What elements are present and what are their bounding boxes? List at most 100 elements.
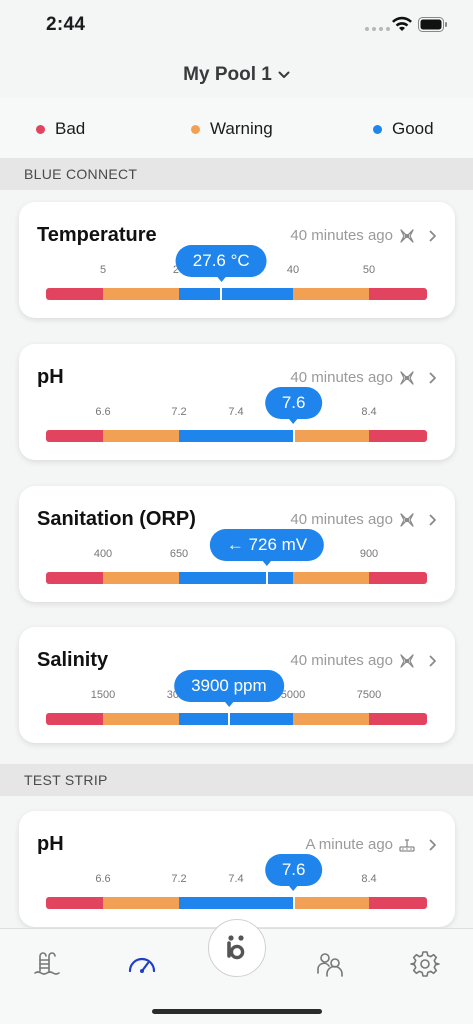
measurement-card[interactable]: Salinity40 minutes ago150030004000500075… bbox=[19, 627, 455, 743]
gauge-segment-good bbox=[179, 288, 293, 300]
legend-good-label: Good bbox=[392, 119, 434, 138]
value-bubble: 7.6 bbox=[264, 854, 323, 891]
wifi-icon bbox=[392, 16, 412, 31]
gauge-icon[interactable] bbox=[127, 949, 157, 979]
chevron-right-icon bbox=[429, 655, 436, 667]
measurement-card[interactable]: Sanitation (ORP)40 minutes ago4006507007… bbox=[19, 486, 455, 602]
center-action-button[interactable] bbox=[208, 919, 266, 977]
legend-bad: Bad bbox=[36, 119, 85, 139]
gauge-segment-good bbox=[179, 897, 293, 909]
status-time: 2:44 bbox=[46, 14, 86, 35]
card-title: pH bbox=[37, 833, 64, 855]
measurement-card[interactable]: pH40 minutes ago6.67.27.47.68.47.6 bbox=[19, 344, 455, 460]
gear-icon[interactable] bbox=[410, 949, 440, 979]
gauge-segment-bad bbox=[369, 430, 427, 442]
gauge-segment-warning bbox=[293, 572, 369, 584]
range-gauge bbox=[46, 897, 427, 909]
gauge-segment-warning bbox=[103, 897, 179, 909]
gauge-segment-warning bbox=[103, 713, 179, 725]
section-header-test-strip: TEST STRIP bbox=[0, 764, 473, 796]
value-bubble: 7.6 bbox=[264, 387, 323, 424]
battery-icon bbox=[418, 17, 447, 32]
blue-connect-icon bbox=[400, 654, 414, 668]
gauge-segment-bad bbox=[46, 897, 103, 909]
gauge-segment-bad bbox=[369, 713, 427, 725]
gauge-segment-bad bbox=[369, 288, 427, 300]
gauge-tick-label: 5000 bbox=[280, 689, 306, 701]
gauge-segment-good bbox=[179, 572, 293, 584]
card-timestamp: A minute ago bbox=[305, 836, 393, 853]
pool-name: My Pool 1 bbox=[183, 64, 272, 85]
home-indicator bbox=[152, 1009, 322, 1014]
measurement-card[interactable]: Temperature40 minutes ago52030405027.6 °… bbox=[19, 202, 455, 318]
blue-connect-icon bbox=[400, 229, 414, 243]
chevron-right-icon bbox=[429, 514, 436, 526]
gauge-tick-label: 6.6 bbox=[95, 406, 111, 418]
gauge-tick-label: 50 bbox=[362, 264, 376, 276]
legend-warning: Warning bbox=[191, 119, 273, 139]
gauge-marker bbox=[220, 288, 223, 300]
gauge-tick-label: 7.4 bbox=[228, 406, 244, 418]
range-gauge bbox=[46, 713, 427, 725]
gauge-tick-label: 7.2 bbox=[171, 406, 187, 418]
measurement-card[interactable]: pHA minute ago6.67.27.47.68.47.6 bbox=[19, 811, 455, 927]
card-title: Salinity bbox=[37, 649, 109, 671]
card-timestamp: 40 minutes ago bbox=[290, 369, 393, 386]
legend-warning-label: Warning bbox=[210, 119, 273, 138]
blue-connect-icon bbox=[400, 371, 414, 385]
chevron-right-icon bbox=[429, 372, 436, 384]
gauge-segment-good bbox=[179, 713, 293, 725]
gauge-tick-label: 7.2 bbox=[171, 873, 187, 885]
gauge-tick-label: 8.4 bbox=[361, 406, 377, 418]
range-gauge bbox=[46, 430, 427, 442]
gauge-tick-label: 900 bbox=[359, 548, 379, 560]
legend-good: Good bbox=[373, 119, 434, 139]
gauge-segment-warning bbox=[293, 288, 369, 300]
card-title: pH bbox=[37, 366, 64, 388]
gauge-tick-label: 5 bbox=[99, 264, 107, 276]
value-bubble: ← 726 mV bbox=[209, 529, 325, 566]
gauge-marker bbox=[227, 713, 230, 725]
header: My Pool 1 bbox=[0, 52, 473, 98]
card-title: Temperature bbox=[37, 224, 157, 246]
gauge-segment-warning bbox=[293, 430, 369, 442]
pool-selector[interactable]: My Pool 1 bbox=[183, 64, 290, 86]
value-bubble: 27.6 °C bbox=[175, 245, 267, 282]
gauge-segment-warning bbox=[103, 430, 179, 442]
card-timestamp: 40 minutes ago bbox=[290, 227, 393, 244]
gauge-marker bbox=[292, 897, 295, 909]
legend-bad-label: Bad bbox=[55, 119, 86, 138]
gauge-tick-label: 400 bbox=[93, 548, 113, 560]
gauge-marker bbox=[265, 572, 268, 584]
gauge-tick-label: 40 bbox=[286, 264, 300, 276]
people-icon[interactable] bbox=[315, 949, 345, 979]
warning-dot-icon bbox=[191, 124, 200, 134]
bad-dot-icon bbox=[36, 124, 45, 134]
gauge-segment-warning bbox=[293, 713, 369, 725]
chevron-right-icon bbox=[429, 839, 436, 851]
gauge-tick-label: 8.4 bbox=[361, 873, 377, 885]
blueriiot-logo-icon bbox=[227, 935, 245, 960]
chevron-right-icon bbox=[429, 230, 436, 242]
gauge-marker bbox=[292, 430, 295, 442]
blue-connect-icon bbox=[400, 513, 414, 527]
value-bubble: 3900 ppm bbox=[174, 670, 284, 707]
section-header-blue-connect: BLUE CONNECT bbox=[0, 158, 473, 190]
gauge-tick-label: 7.4 bbox=[228, 873, 244, 885]
card-timestamp: 40 minutes ago bbox=[290, 652, 393, 669]
chevron-down-icon bbox=[278, 71, 290, 78]
range-gauge bbox=[46, 288, 427, 300]
status-legend: Bad Warning Good bbox=[0, 98, 473, 158]
gauge-tick-label: 7500 bbox=[356, 689, 382, 701]
gauge-segment-bad bbox=[369, 572, 427, 584]
cellular-signal-icon bbox=[365, 27, 390, 31]
gauge-segment-good bbox=[179, 430, 293, 442]
gauge-segment-warning bbox=[103, 572, 179, 584]
card-title: Sanitation (ORP) bbox=[37, 508, 196, 530]
range-gauge bbox=[46, 572, 427, 584]
gauge-segment-bad bbox=[46, 572, 103, 584]
gauge-segment-warning bbox=[103, 288, 179, 300]
pool-ladder-icon[interactable] bbox=[32, 949, 62, 979]
test-strip-icon bbox=[399, 839, 415, 852]
gauge-segment-bad bbox=[46, 430, 103, 442]
